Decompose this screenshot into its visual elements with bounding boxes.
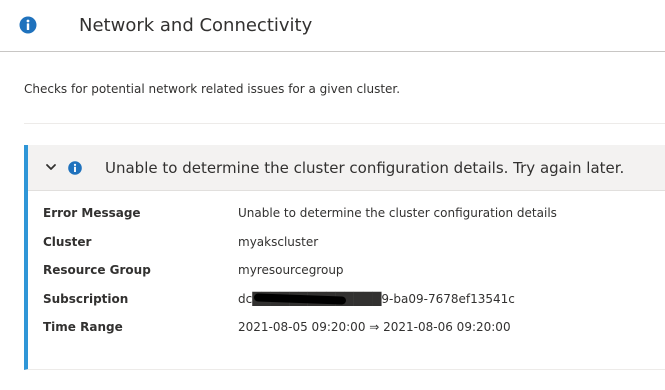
insight-details: Error Message Unable to determine the cl… — [43, 201, 643, 344]
detail-value: myresourcegroup — [238, 263, 344, 277]
insight-card: Unable to determine the cluster configur… — [24, 145, 665, 370]
detail-label: Error Message — [43, 206, 141, 220]
info-icon — [68, 161, 82, 175]
detail-row-time-range: Time Range 2021-08-05 09:20:00 ⇒ 2021-08… — [43, 315, 643, 344]
detail-row-resource-group: Resource Group myresourcegroup — [43, 258, 643, 287]
detail-label: Resource Group — [43, 263, 151, 277]
detail-label: Time Range — [43, 320, 123, 334]
detail-value: myakscluster — [238, 234, 319, 249]
page-description: Checks for potential network related iss… — [24, 82, 401, 96]
page: Network and Connectivity Checks for pote… — [0, 0, 665, 390]
chevron-down-icon[interactable] — [44, 160, 58, 174]
divider — [24, 123, 665, 124]
detail-row-cluster: Cluster myakscluster — [43, 230, 643, 259]
detail-value: 2021-08-05 09:20:00 ⇒ 2021-08-06 09:20:0… — [238, 320, 511, 334]
detail-value: Unable to determine the cluster configur… — [238, 206, 557, 220]
info-icon — [19, 16, 37, 34]
detail-row-error-message: Error Message Unable to determine the cl… — [43, 201, 643, 230]
detail-label: Cluster — [43, 234, 92, 249]
page-title: Network and Connectivity — [79, 15, 313, 36]
insight-card-header[interactable]: Unable to determine the cluster configur… — [28, 145, 665, 191]
detail-label: Subscription — [43, 291, 129, 306]
page-header: Network and Connectivity — [0, 0, 665, 52]
insight-title: Unable to determine the cluster configur… — [105, 159, 625, 177]
